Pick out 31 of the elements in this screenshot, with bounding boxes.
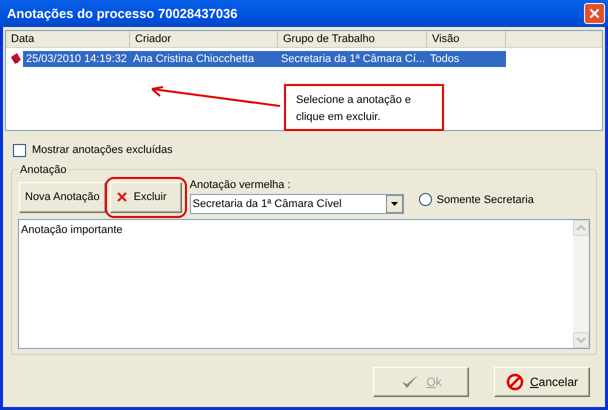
- column-header[interactable]: Data: [6, 31, 130, 47]
- column-header[interactable]: Visão: [427, 31, 506, 47]
- checkmark-icon: [400, 372, 420, 390]
- new-annotation-button[interactable]: Nova Anotação: [19, 182, 106, 212]
- column-header[interactable]: Criador: [130, 31, 278, 47]
- list-row[interactable]: 25/03/2010 14:19:32 Ana Cristina Chiocchetta Secretaria da 1ª Câmara Cí... Todos: [23, 51, 506, 67]
- dropdown-label: Anotação vermelha :: [190, 178, 292, 192]
- note-flag-icon: [9, 52, 23, 66]
- table-cell-text: Secretaria da 1ª Câmara Cí...: [280, 52, 426, 67]
- prohibited-icon: [506, 372, 524, 390]
- callout: Selecione a anotação e clique em excluir.: [284, 84, 444, 131]
- table-cell-text: 25/03/2010 14:19:32: [25, 52, 128, 67]
- window-title: Anotações do processo 70028437036: [6, 4, 238, 23]
- group-dropdown[interactable]: Secretaria da 1ª Câmara Cível: [190, 194, 404, 214]
- annotation-text: Anotação importante: [20, 223, 123, 238]
- radio-label: Somente Secretaria: [436, 192, 534, 208]
- table-cell-text: Ana Cristina Chiocchetta: [132, 52, 256, 67]
- cancel-button[interactable]: Cancelar: [494, 366, 590, 396]
- checkbox-label: Mostrar anotações excluídas: [32, 143, 173, 158]
- scroll-down-icon: [573, 332, 589, 348]
- column-header[interactable]: Grupo de Trabalho: [278, 31, 427, 47]
- annotation-field[interactable]: Anotação importante: [18, 219, 590, 349]
- close-icon: [116, 191, 128, 203]
- radio-button[interactable]: [418, 193, 432, 206]
- table-cell-text: Todos: [429, 52, 460, 67]
- checkbox[interactable]: [13, 144, 26, 157]
- dropdown-value: Secretaria da 1ª Câmara Cível: [192, 196, 342, 212]
- close-button[interactable]: [584, 3, 605, 24]
- scroll-up-icon: [573, 220, 589, 236]
- delete-button[interactable]: Excluir: [110, 182, 182, 212]
- close-icon: [589, 8, 600, 19]
